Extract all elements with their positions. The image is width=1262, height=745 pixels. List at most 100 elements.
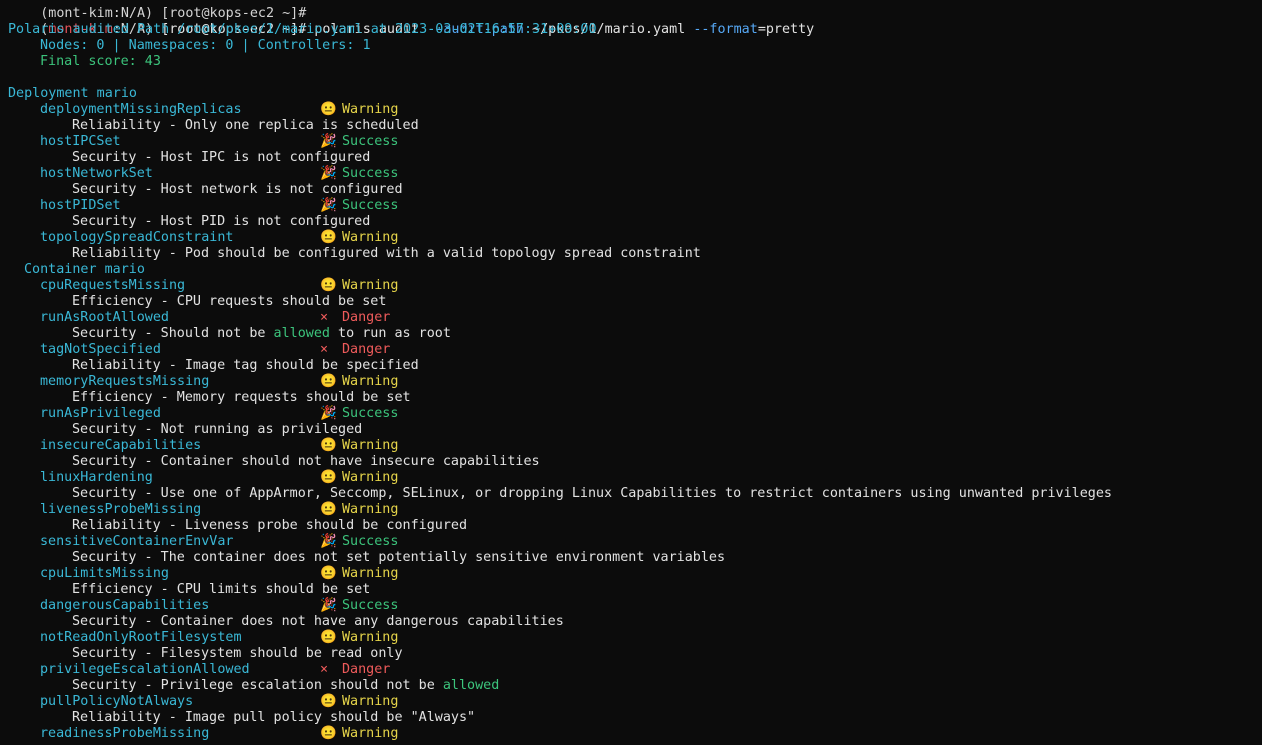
status-badge: 😐 Warning — [320, 278, 398, 294]
status-text: Danger — [342, 310, 391, 325]
audit-counts: Nodes: 0 | Namespaces: 0 | Controllers: … — [40, 38, 371, 53]
check-detail: Security - Host IPC is not configured — [72, 150, 371, 165]
status-text: Warning — [342, 726, 399, 741]
command-flag-format-value: =pretty — [757, 22, 815, 37]
status-badge: × Danger — [320, 662, 390, 678]
status-badge: 😐 Warning — [320, 726, 398, 742]
check-row: readinessProbeMissing 😐 Warning — [8, 726, 1262, 742]
check-detail: Reliability - Only one replica is schedu… — [72, 118, 419, 133]
check-detail: Security - Not running as privileged — [72, 422, 363, 437]
check-row: hostPIDSet 🎉 Success — [8, 198, 1262, 214]
check-name: insecureCapabilities — [40, 438, 202, 453]
status-badge: 🎉 Success — [320, 534, 398, 550]
status-text: Warning — [342, 278, 399, 293]
status-text: Warning — [342, 230, 399, 245]
status-text: Success — [342, 534, 399, 549]
status-badge: 😐 Warning — [320, 630, 398, 646]
check-name: hostIPCSet — [40, 134, 121, 149]
check-detail: Security - Use one of AppArmor, Seccomp,… — [72, 486, 1112, 501]
status-badge: 😐 Warning — [320, 374, 398, 390]
check-name: cpuRequestsMissing — [40, 278, 186, 293]
check-detail: Security - Filesystem should be read onl… — [72, 646, 403, 661]
check-name: livenessProbeMissing — [40, 502, 202, 517]
status-badge: 😐 Warning — [320, 470, 398, 486]
status-text: Warning — [342, 374, 399, 389]
status-text: Warning — [342, 438, 399, 453]
warning-icon: 😐 — [320, 630, 337, 645]
check-detail: Reliability - Image pull policy should b… — [72, 710, 476, 725]
check-row: dangerousCapabilities 🎉 Success — [8, 598, 1262, 614]
status-text: Warning — [342, 102, 399, 117]
status-badge: 😐 Warning — [320, 230, 398, 246]
warning-icon: 😐 — [320, 566, 337, 581]
terminal-window[interactable]: (mont-kim:N/A) [root@kops-ec2 ~]# (mont-… — [0, 0, 1262, 741]
warning-icon: 😐 — [320, 470, 337, 485]
detail-text: Security - Should not be — [72, 326, 274, 341]
warning-icon: 😐 — [320, 102, 337, 117]
check-name: linuxHardening — [40, 470, 153, 485]
check-detail: Efficiency - CPU requests should be set — [72, 294, 387, 309]
check-row: topologySpreadConstraint 😐 Warning — [8, 230, 1262, 246]
status-badge: 🎉 Success — [320, 598, 398, 614]
detail-keyword: allowed — [442, 678, 500, 693]
check-row: insecureCapabilities 😐 Warning — [8, 438, 1262, 454]
check-row: hostIPCSet 🎉 Success — [8, 134, 1262, 150]
check-detail: Efficiency - CPU limits should be set — [72, 582, 371, 597]
check-name: tagNotSpecified — [40, 342, 161, 357]
check-detail: Security - Container does not have any d… — [72, 614, 564, 629]
check-detail: Security - Container should not have ins… — [72, 454, 540, 469]
check-row: privilegeEscalationAllowed × Danger — [8, 662, 1262, 678]
check-name: deploymentMissingReplicas — [40, 102, 242, 117]
success-icon: 🎉 — [320, 406, 337, 421]
check-row: runAsRootAllowed × Danger — [8, 310, 1262, 326]
status-badge: 😐 Warning — [320, 694, 398, 710]
command-flag-format: --format — [693, 22, 758, 37]
status-badge: 🎉 Success — [320, 198, 398, 214]
success-icon: 🎉 — [320, 166, 337, 181]
status-text: Success — [342, 598, 399, 613]
check-detail: Security - Should not be allowed to run … — [8, 326, 1262, 342]
check-row: linuxHardening 😐 Warning — [8, 470, 1262, 486]
status-badge: 🎉 Success — [320, 166, 398, 182]
success-icon: 🎉 — [320, 198, 337, 213]
status-text: Warning — [342, 694, 399, 709]
status-text: Success — [342, 406, 399, 421]
check-name: cpuLimitsMissing — [40, 566, 169, 581]
status-text: Warning — [342, 470, 399, 485]
status-badge: × Danger — [320, 342, 390, 358]
container-heading: Container mario — [24, 262, 145, 277]
check-row: pullPolicyNotAlways 😐 Warning — [8, 694, 1262, 710]
check-detail: Security - The container does not set po… — [72, 550, 726, 565]
status-badge: 🎉 Success — [320, 134, 398, 150]
previous-prompt: (mont-kim:N/A) [root@kops-ec2 ~]# — [40, 6, 307, 21]
check-detail: Security - Privilege escalation should n… — [8, 678, 1262, 694]
warning-icon: 😐 — [320, 278, 337, 293]
success-icon: 🎉 — [320, 598, 337, 613]
check-row: memoryRequestsMissing 😐 Warning — [8, 374, 1262, 390]
check-row: notReadOnlyRootFilesystem 😐 Warning — [8, 630, 1262, 646]
check-detail: Security - Host PID is not configured — [72, 214, 371, 229]
danger-icon: × — [320, 342, 329, 357]
deployment-checks-list: deploymentMissingReplicas 😐 Warning Reliabi… — [8, 102, 1262, 262]
status-text: Success — [342, 166, 399, 181]
check-name: sensitiveContainerEnvVar — [40, 534, 234, 549]
detail-keyword: allowed — [273, 326, 330, 341]
check-detail: Reliability - Image tag should be specif… — [72, 358, 419, 373]
check-detail: Security - Host network is not configure… — [72, 182, 403, 197]
status-text: Danger — [342, 662, 391, 677]
status-text: Warning — [342, 502, 399, 517]
check-detail: Reliability - Pod should be configured w… — [72, 246, 701, 261]
warning-icon: 😐 — [320, 694, 337, 709]
check-row: tagNotSpecified × Danger — [8, 342, 1262, 358]
status-text: Danger — [342, 342, 391, 357]
status-badge: × Danger — [320, 310, 390, 326]
check-row: runAsPrivileged 🎉 Success — [8, 406, 1262, 422]
status-text: Warning — [342, 566, 399, 581]
check-name: notReadOnlyRootFilesystem — [40, 630, 242, 645]
warning-icon: 😐 — [320, 230, 337, 245]
warning-icon: 😐 — [320, 438, 337, 453]
check-name: runAsRootAllowed — [40, 310, 169, 325]
check-name: hostPIDSet — [40, 198, 121, 213]
check-name: privilegeEscalationAllowed — [40, 662, 250, 677]
